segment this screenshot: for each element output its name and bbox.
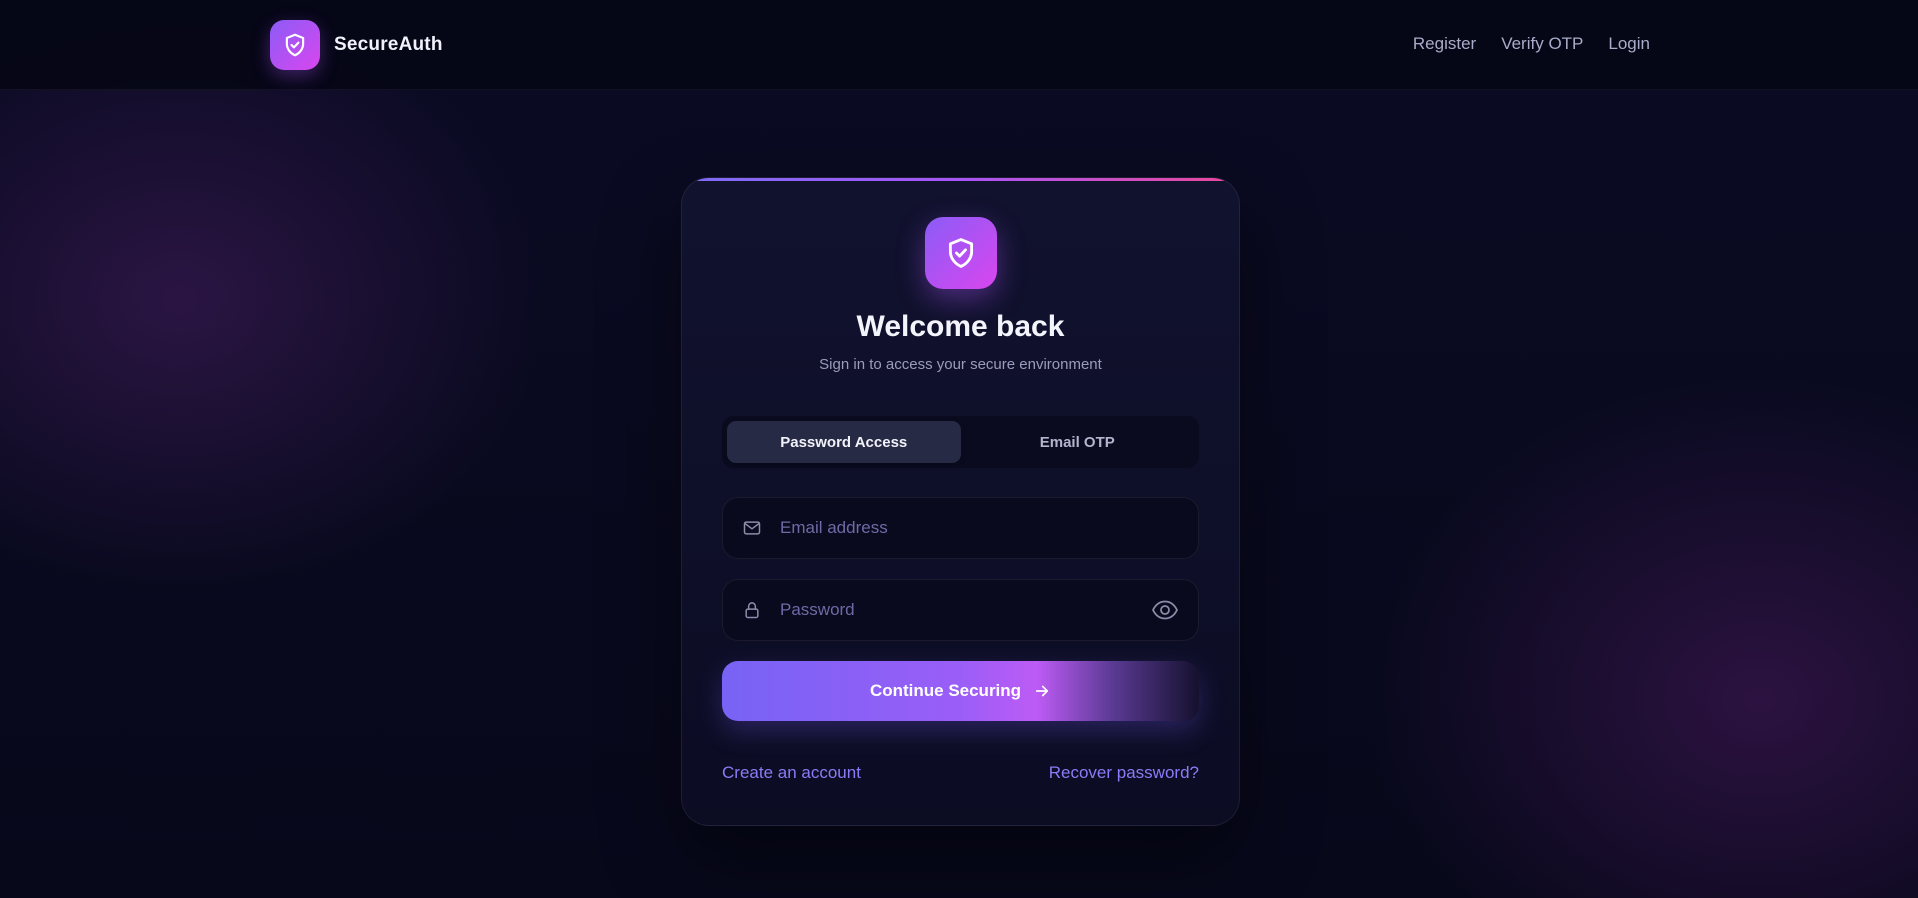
nav-register-link[interactable]: Register xyxy=(1413,34,1476,54)
create-account-link[interactable]: Create an account xyxy=(722,763,861,783)
continue-securing-label: Continue Securing xyxy=(869,681,1022,700)
tab-password-access[interactable]: Password Access xyxy=(727,421,961,463)
tab-email-otp[interactable]: Email OTP xyxy=(961,421,1195,463)
page-title: Welcome back xyxy=(856,310,1065,343)
eye-icon[interactable] xyxy=(1150,597,1180,623)
main-nav: Register Verify OTP Login xyxy=(1413,34,1650,54)
nav-verify-otp-link[interactable]: Verify OTP xyxy=(1501,34,1583,54)
brand-name: SecureAuth xyxy=(334,34,443,55)
login-card: Welcome back Sign in to access your secu… xyxy=(681,177,1240,826)
email-field xyxy=(722,497,1199,559)
email-input[interactable] xyxy=(780,518,1180,538)
shield-check-icon xyxy=(948,238,974,268)
top-navigation-bar: SecureAuth Register Verify OTP Login xyxy=(0,0,1918,90)
mail-icon xyxy=(741,517,763,539)
brand[interactable]: SecureAuth xyxy=(270,20,443,70)
page-subtitle: Sign in to access your secure environmen… xyxy=(819,356,1102,373)
recover-password-link[interactable]: Recover password? xyxy=(1049,763,1199,783)
shield-check-icon xyxy=(285,33,305,57)
auth-method-tabs: Password Access Email OTP xyxy=(722,416,1199,468)
card-logo xyxy=(925,217,997,289)
password-field xyxy=(722,579,1199,641)
password-input[interactable] xyxy=(780,600,1150,620)
continue-securing-button[interactable]: Continue Securing xyxy=(722,661,1199,721)
card-footer-links: Create an account Recover password? xyxy=(722,763,1199,783)
brand-logo xyxy=(270,20,320,70)
login-page: SecureAuth Register Verify OTP Login Wel… xyxy=(0,0,1918,898)
nav-login-link[interactable]: Login xyxy=(1608,34,1650,54)
arrow-right-icon xyxy=(1035,685,1049,697)
lock-icon xyxy=(741,599,763,621)
card-accent-line xyxy=(682,178,1239,181)
